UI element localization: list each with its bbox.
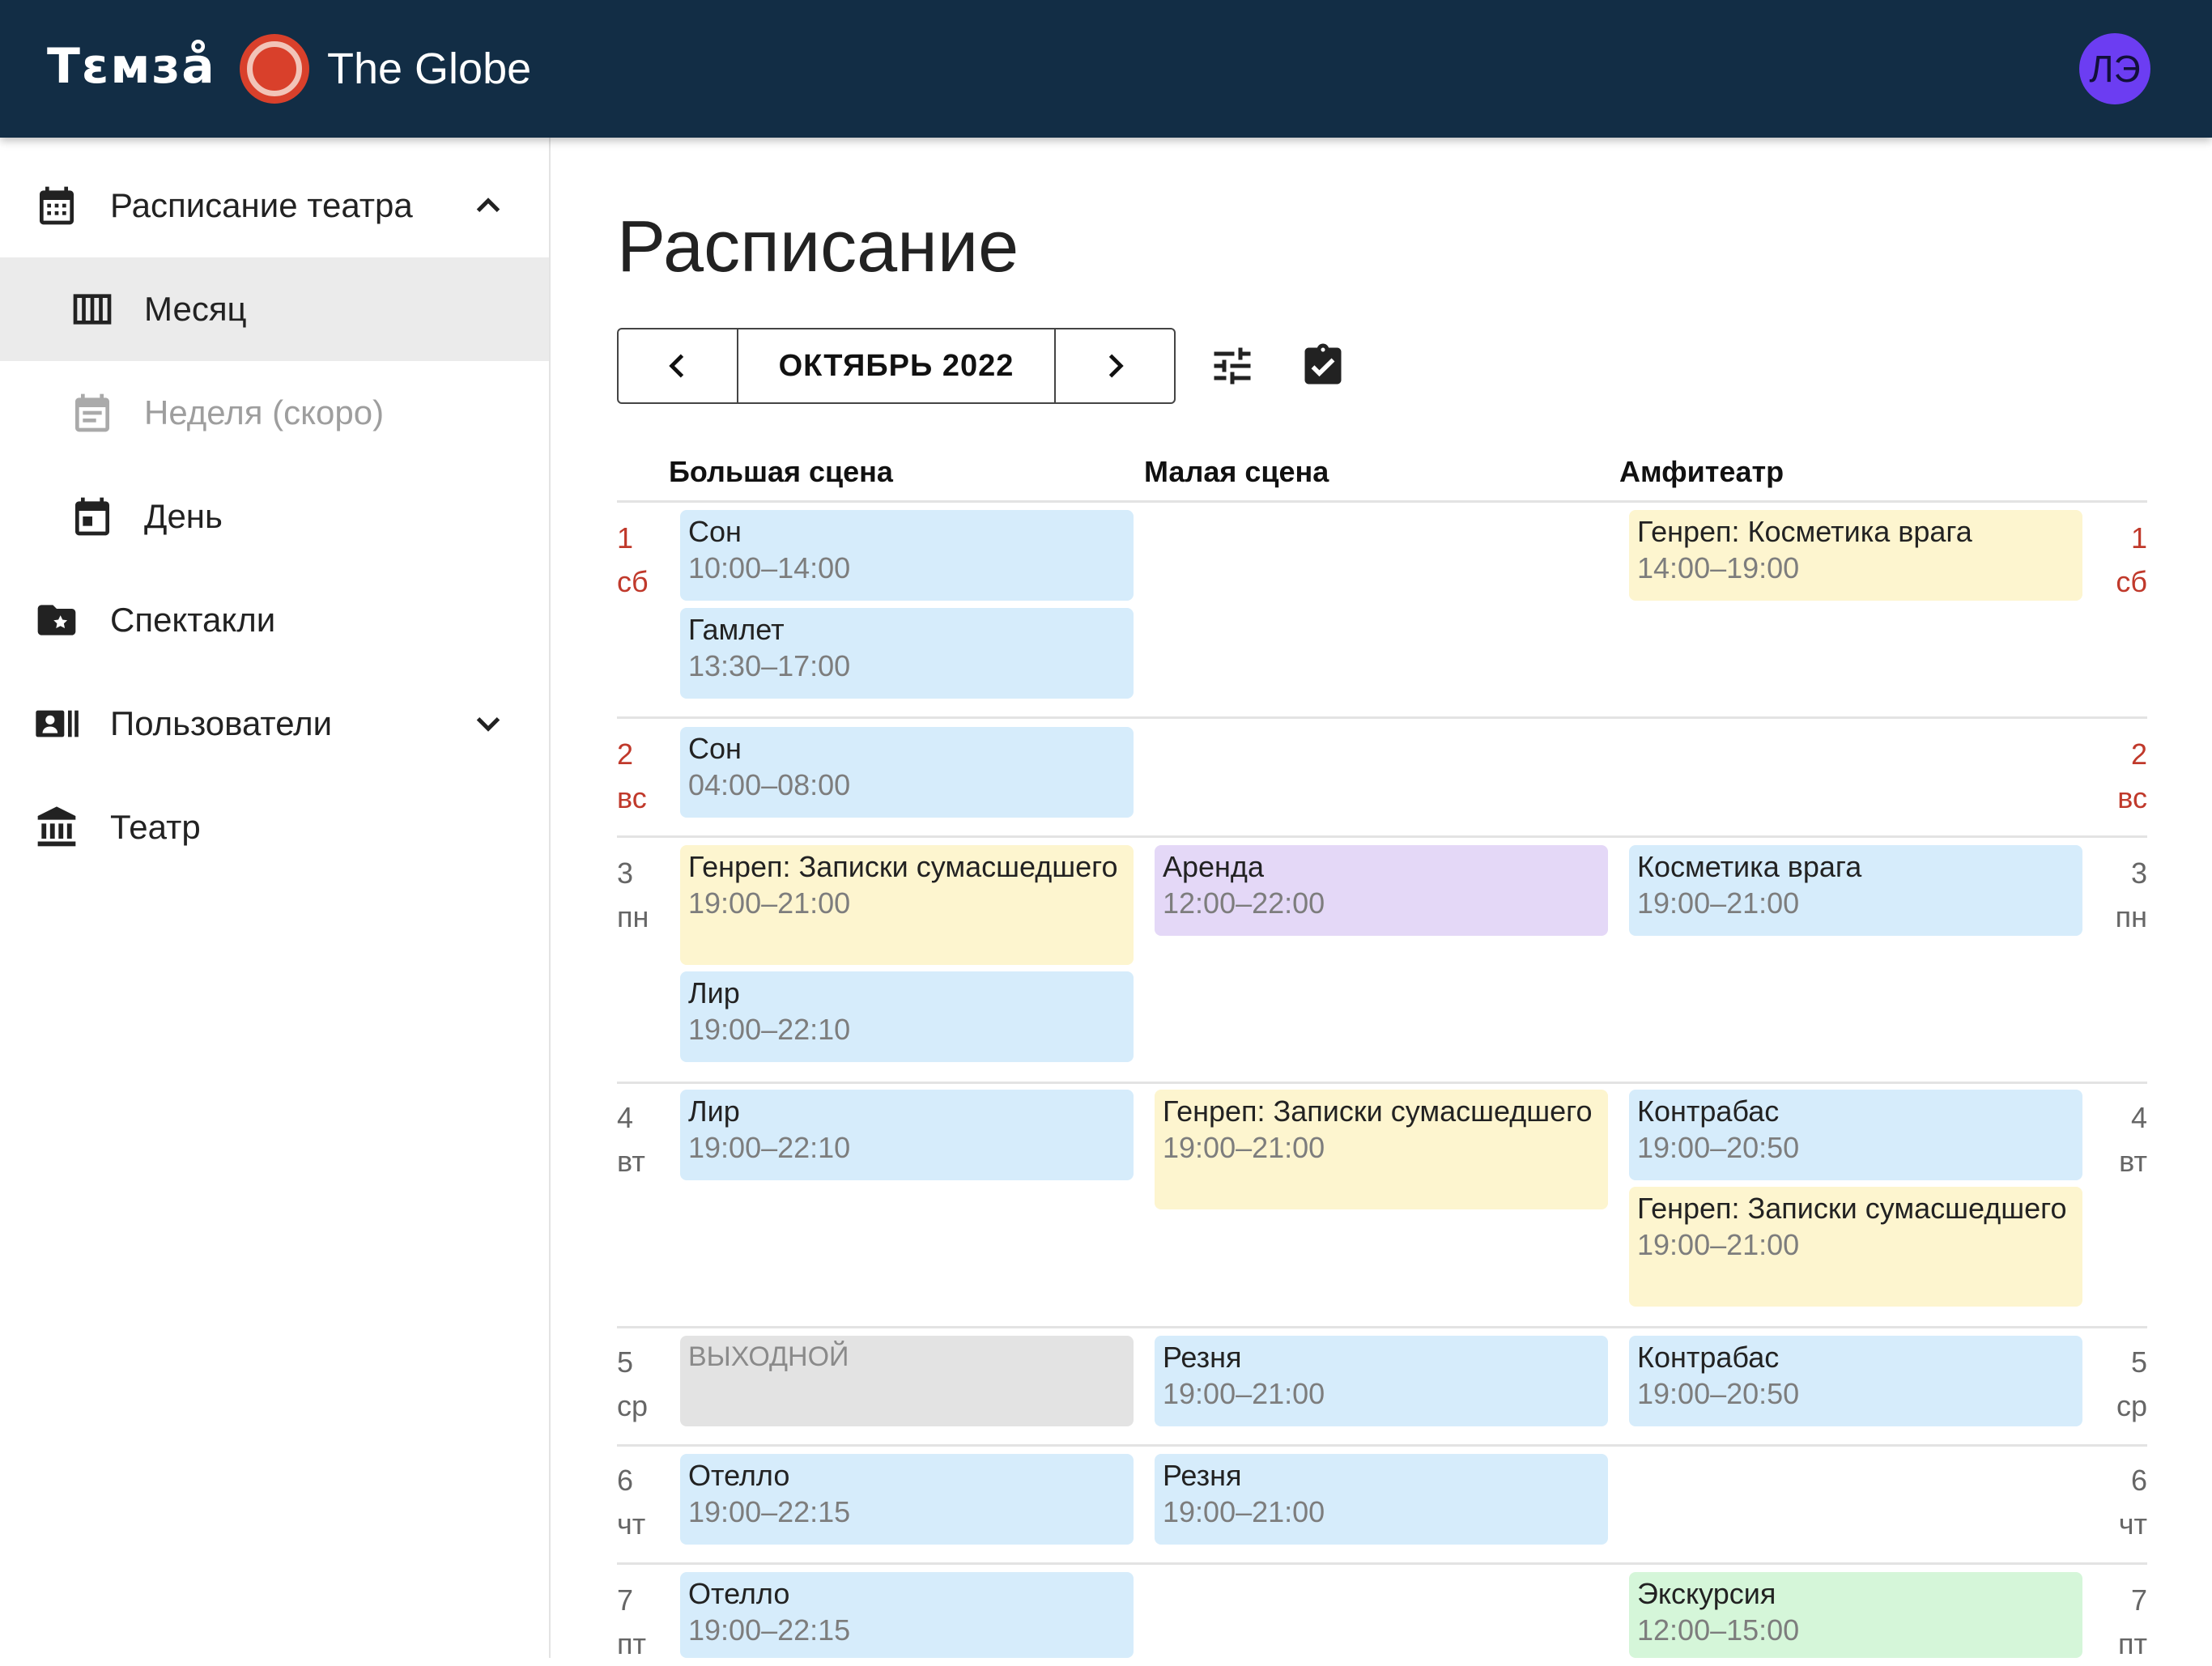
sidebar-item-week: Неделя (скоро) xyxy=(0,361,549,465)
event-card[interactable]: Контрабас 19:00–20:50 xyxy=(1629,1090,2082,1180)
header-divider xyxy=(617,500,2147,503)
filter-settings-icon[interactable] xyxy=(1208,342,1257,390)
chevron-down-icon[interactable] xyxy=(468,703,508,744)
day-label: 2 вс xyxy=(2117,737,2147,814)
event-card[interactable]: Отелло 19:00–22:15 xyxy=(680,1572,1134,1658)
sidebar-item-label: День xyxy=(144,497,223,535)
column-header-amphitheatre: Амфитеатр xyxy=(1619,455,1784,488)
sidebar-item-label: Пользователи xyxy=(110,704,333,742)
top-bar: Тɛмзå The Globe ЛЭ xyxy=(0,0,2212,138)
event-card[interactable]: Резня 19:00–21:00 xyxy=(1155,1454,1608,1545)
day-label: 1 сб xyxy=(617,521,649,598)
event-card[interactable]: Генреп: Косметика врага 14:00–19:00 xyxy=(1629,510,2082,601)
folder-star-icon xyxy=(37,605,76,635)
sidebar-item-label: Спектакли xyxy=(110,601,276,639)
day-label: 3 пн xyxy=(2115,856,2147,933)
user-avatar[interactable]: ЛЭ xyxy=(2079,33,2150,104)
event-card[interactable]: Генреп: Записки сумасшедшего 19:00–21:00 xyxy=(1155,1090,1608,1209)
sidebar-item-label: Неделя (скоро) xyxy=(144,393,385,431)
clipboard-check-icon[interactable] xyxy=(1299,342,1347,390)
theatre-logo-icon[interactable] xyxy=(240,34,309,104)
view-week-icon xyxy=(73,294,112,325)
sidebar-item-label: Месяц xyxy=(144,290,247,328)
sidebar-item-theatre-schedule[interactable]: Расписание театра xyxy=(0,154,549,257)
calendar-today-icon xyxy=(75,497,109,536)
day-off-card[interactable]: ВЫХОДНОЙ xyxy=(680,1336,1134,1426)
row-divider xyxy=(617,1562,2147,1565)
event-card[interactable]: Косметика врага 19:00–21:00 xyxy=(1629,845,2082,936)
sidebar: Расписание театра Месяц Неделя (скоро) Д… xyxy=(0,138,551,1658)
row-divider xyxy=(617,1326,2147,1328)
sidebar-item-users[interactable]: Пользователи xyxy=(0,672,549,776)
row-divider xyxy=(617,835,2147,838)
row-divider xyxy=(617,1082,2147,1084)
current-month-label[interactable]: ОКТЯБРЬ 2022 xyxy=(737,329,1056,402)
event-card[interactable]: Контрабас 19:00–20:50 xyxy=(1629,1336,2082,1426)
event-card[interactable]: Резня 19:00–21:00 xyxy=(1155,1336,1608,1426)
event-card[interactable]: Лир 19:00–22:10 xyxy=(680,1090,1134,1180)
next-month-button[interactable] xyxy=(1056,329,1174,402)
sidebar-item-label: Расписание театра xyxy=(110,186,413,224)
contacts-icon xyxy=(36,710,79,737)
chevron-right-icon xyxy=(1108,354,1124,378)
sidebar-item-theatre[interactable]: Театр xyxy=(0,776,549,879)
app-logo[interactable]: Тɛмзå xyxy=(47,34,216,99)
sidebar-item-day[interactable]: День xyxy=(0,465,549,568)
chevron-left-icon xyxy=(669,354,684,378)
day-label: 5 ср xyxy=(617,1345,649,1422)
calendar-week-icon xyxy=(75,393,109,432)
event-card[interactable]: Сон 04:00–08:00 xyxy=(680,727,1134,818)
event-card[interactable]: Отелло 19:00–22:15 xyxy=(680,1454,1134,1545)
day-label: 4 вт xyxy=(617,1101,645,1178)
sidebar-item-performances[interactable]: Спектакли xyxy=(0,568,549,672)
event-card[interactable]: Генреп: Записки сумасшедшего 19:00–21:00 xyxy=(1629,1187,2082,1307)
day-label: 2 вс xyxy=(617,737,647,814)
day-label: 7 пт xyxy=(617,1583,646,1660)
page-title: Расписание xyxy=(617,206,1019,287)
event-card[interactable]: Лир 19:00–22:10 xyxy=(680,971,1134,1062)
event-card[interactable]: Сон 10:00–14:00 xyxy=(680,510,1134,601)
sidebar-item-label: Театр xyxy=(110,808,201,846)
event-card[interactable]: Экскурсия 12:00–15:00 xyxy=(1629,1572,2082,1658)
theatre-name[interactable]: The Globe xyxy=(327,40,531,97)
day-label: 3 пн xyxy=(617,856,649,933)
chevron-up-icon[interactable] xyxy=(468,185,508,226)
event-card[interactable]: Гамлет 13:30–17:00 xyxy=(680,608,1134,699)
theatre-building-icon xyxy=(37,806,76,847)
column-header-main-stage: Большая сцена xyxy=(669,455,893,488)
row-divider xyxy=(617,1444,2147,1447)
day-label: 6 чт xyxy=(2118,1464,2147,1541)
day-label: 5 ср xyxy=(2116,1345,2147,1422)
prev-month-button[interactable] xyxy=(619,329,737,402)
calendar-month-icon xyxy=(40,186,74,225)
day-label: 7 пт xyxy=(2118,1583,2147,1660)
day-label: 4 вт xyxy=(2119,1101,2147,1178)
day-label: 1 сб xyxy=(2116,521,2147,598)
day-label: 6 чт xyxy=(617,1464,646,1541)
event-card[interactable]: Генреп: Записки сумасшедшего 19:00–21:00 xyxy=(680,845,1134,965)
event-card[interactable]: Аренда 12:00–22:00 xyxy=(1155,845,1608,936)
column-header-small-stage: Малая сцена xyxy=(1144,455,1329,488)
row-divider xyxy=(617,716,2147,719)
month-navigator: ОКТЯБРЬ 2022 xyxy=(617,328,1176,404)
sidebar-item-month[interactable]: Месяц xyxy=(0,257,549,361)
